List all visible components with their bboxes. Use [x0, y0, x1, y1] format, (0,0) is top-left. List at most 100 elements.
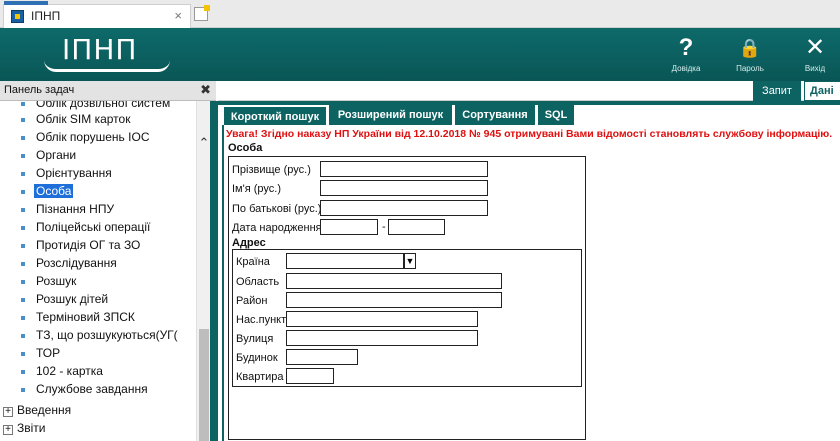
address-section-title: Адрес [232, 237, 266, 249]
house-label: Будинок [236, 352, 278, 364]
patronymic-label: По батькові (рус.) [232, 203, 322, 215]
bullet-icon [21, 208, 25, 212]
tab-accent-bar [4, 1, 48, 5]
tree-node-zvity[interactable]: + Звіти [3, 420, 46, 436]
panel-close-icon[interactable]: ✖ [200, 82, 211, 98]
date-range-separator: - [382, 221, 386, 233]
query-toolbar [218, 81, 840, 101]
birth-date-label: Дата народження [232, 222, 322, 234]
district-input[interactable] [286, 292, 502, 308]
app-window: ІПНП × ІПНП ? Довідка 🔒 Пароль ✕ Вихід П… [0, 0, 840, 441]
bullet-icon [21, 388, 25, 392]
exit-label: Вихід [804, 64, 826, 73]
region-input[interactable] [286, 273, 502, 289]
browser-tabstrip: ІПНП × [0, 0, 840, 28]
task-panel-tree: Облік дозвільної систем Облік SIM карток… [0, 101, 216, 441]
bullet-icon [21, 316, 25, 320]
settlement-input[interactable] [286, 311, 478, 327]
tree-node-vvedennia[interactable]: + Введення [3, 402, 71, 418]
tree-item[interactable]: Розшук дітей [21, 291, 108, 307]
tree-item[interactable]: 102 - картка [21, 363, 103, 379]
browser-tab[interactable]: ІПНП × [3, 1, 191, 28]
tree-item[interactable]: Органи [21, 147, 76, 163]
tree-item[interactable]: Пізнання НПУ [21, 201, 114, 217]
name-label: Ім'я (рус.) [232, 183, 281, 195]
tree-item[interactable]: Орієнтування [21, 165, 112, 181]
surname-input[interactable] [320, 161, 488, 177]
help-label: Довідка [671, 64, 701, 73]
bullet-icon [21, 190, 25, 194]
country-select[interactable] [286, 253, 404, 269]
bullet-icon [21, 118, 25, 122]
search-form: Увага! Згідно наказу НП України від 12.1… [222, 125, 840, 441]
person-section-title: Особа [228, 142, 263, 154]
tree-item[interactable]: Облік порушень ІОС [21, 129, 149, 145]
app-header: ІПНП ? Довідка 🔒 Пароль ✕ Вихід [0, 28, 840, 81]
expand-plus-icon[interactable]: + [3, 407, 13, 417]
district-label: Район [236, 295, 268, 307]
bullet-icon [21, 280, 25, 284]
bullet-icon [21, 244, 25, 248]
settlement-label: Нас.пункт [236, 314, 287, 326]
tab-advanced-search[interactable]: Розширений пошук [329, 105, 452, 125]
bullet-icon [21, 370, 25, 374]
bullet-icon [21, 226, 25, 230]
country-label: Країна [236, 256, 270, 268]
exit-button[interactable]: ✕ Вихід [795, 32, 835, 76]
bullet-icon [21, 172, 25, 176]
help-button[interactable]: ? Довідка [666, 32, 706, 76]
bullet-icon [21, 102, 25, 106]
bullet-icon [21, 154, 25, 158]
street-input[interactable] [286, 330, 478, 346]
birth-date-from-input[interactable] [320, 219, 378, 235]
tree-item[interactable]: Облік SIM карток [21, 111, 130, 127]
tree-item[interactable]: Службове завдання [21, 381, 148, 397]
tree-scrollbar[interactable]: ⌃ [196, 101, 210, 441]
logo-arc [44, 60, 170, 72]
tab-short-search[interactable]: Короткий пошук [224, 107, 326, 127]
scroll-up-icon[interactable]: ⌃ [197, 135, 211, 150]
tree-item[interactable]: Облік дозвільної систем [21, 101, 170, 111]
name-input[interactable] [320, 180, 488, 196]
tree-item-selected[interactable]: Особа [21, 183, 74, 199]
region-label: Область [236, 276, 280, 288]
tree-item[interactable]: Поліцейські операції [21, 219, 150, 235]
street-label: Вулиця [236, 333, 274, 345]
birth-date-to-input[interactable] [388, 219, 445, 235]
bullet-icon [21, 334, 25, 338]
patronymic-input[interactable] [320, 200, 488, 216]
tab-close-icon[interactable]: × [174, 8, 182, 23]
tree-item[interactable]: Терміновий ЗПСК [21, 309, 135, 325]
task-panel-header: Панель задач ✖ [0, 81, 216, 101]
query-button[interactable]: Запит [753, 81, 801, 101]
expand-plus-icon[interactable]: + [3, 425, 13, 435]
lock-icon: 🔒 [738, 38, 762, 58]
bullet-icon [21, 352, 25, 356]
tab-sorting[interactable]: Сортування [455, 105, 535, 125]
app-logo: ІПНП [44, 33, 170, 73]
password-label: Пароль [736, 64, 764, 73]
help-icon: ? [678, 34, 694, 61]
tab-sql[interactable]: SQL [538, 105, 574, 125]
tree-item[interactable]: ТЗ, що розшукуються(УГ( [21, 327, 178, 343]
bullet-icon [21, 262, 25, 266]
password-button[interactable]: 🔒 Пароль [730, 32, 770, 76]
bullet-icon [21, 136, 25, 140]
tree-item[interactable]: Протидія ОГ та ЗО [21, 237, 140, 253]
apartment-input[interactable] [286, 368, 334, 384]
bullet-icon [21, 298, 25, 302]
panel-divider [210, 101, 218, 441]
house-input[interactable] [286, 349, 358, 365]
scroll-thumb[interactable] [199, 329, 209, 441]
service-info-warning: Увага! Згідно наказу НП України від 12.1… [226, 128, 833, 140]
surname-label: Прізвище (рус.) [232, 164, 311, 176]
task-panel-title: Панель задач [4, 84, 75, 96]
chevron-down-icon[interactable]: ▼ [404, 253, 416, 269]
tree-item[interactable]: Розшук [21, 273, 76, 289]
tree-item[interactable]: ТОР [21, 345, 60, 361]
apartment-label: Квартира [236, 371, 284, 383]
new-tab-icon[interactable] [194, 5, 210, 21]
data-button[interactable]: Дані [804, 81, 840, 101]
tree-item[interactable]: Розслідування [21, 255, 117, 271]
close-icon: ✕ [804, 34, 826, 61]
